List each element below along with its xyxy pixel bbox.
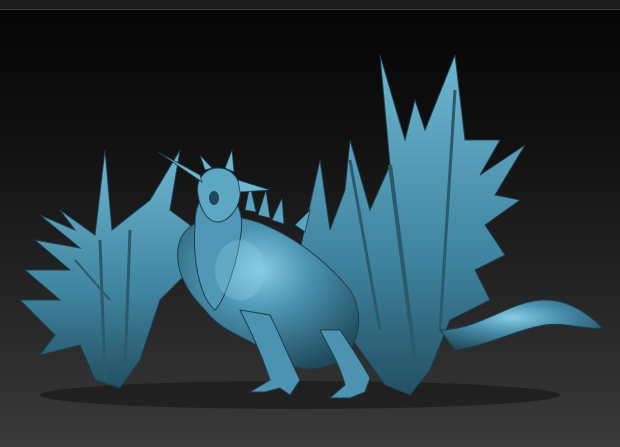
dragon-sculpt-render	[18, 54, 604, 409]
3d-viewport[interactable]	[0, 0, 620, 447]
belly-highlight	[215, 240, 265, 300]
left-wing	[18, 149, 201, 389]
